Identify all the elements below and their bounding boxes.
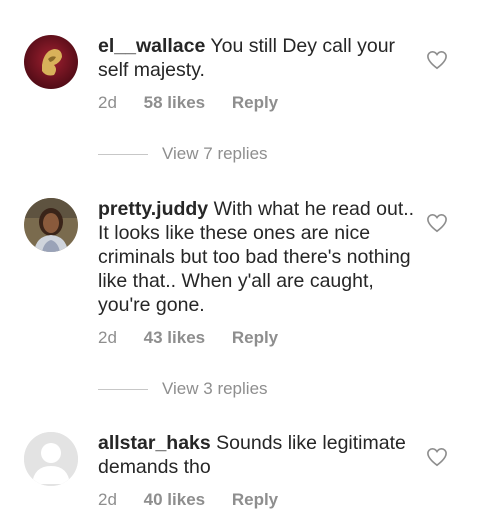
like-count[interactable]: 58 likes: [144, 93, 205, 112]
view-replies-button[interactable]: View 7 replies: [98, 144, 268, 164]
heart-icon[interactable]: [426, 213, 448, 233]
avatar[interactable]: [24, 35, 78, 89]
view-replies-button[interactable]: View 3 replies: [98, 379, 268, 399]
comment-time: 2d: [98, 93, 117, 112]
comment-time: 2d: [98, 490, 117, 509]
woman-photo-avatar-icon: [24, 198, 78, 252]
comment-body: pretty.juddy With what he read out.. It …: [98, 197, 416, 317]
like-count[interactable]: 40 likes: [144, 490, 205, 509]
comment-meta: 2d 58 likes Reply: [98, 93, 300, 113]
default-user-avatar-icon: [24, 432, 78, 486]
comment-username[interactable]: allstar_haks: [98, 432, 211, 454]
reply-button[interactable]: Reply: [232, 490, 278, 509]
heart-icon[interactable]: [426, 447, 448, 467]
view-replies-label: View 7 replies: [162, 144, 268, 163]
like-count[interactable]: 43 likes: [144, 328, 205, 347]
comment-time: 2d: [98, 328, 117, 347]
comment-body: allstar_haks Sounds like legitimate dema…: [98, 431, 416, 479]
comment-username[interactable]: pretty.juddy: [98, 198, 208, 220]
comment-meta: 2d 43 likes Reply: [98, 328, 300, 348]
replies-divider: [98, 153, 148, 155]
view-replies-label: View 3 replies: [162, 379, 268, 398]
replies-divider: [98, 388, 148, 390]
avatar[interactable]: [24, 432, 78, 486]
gold-brooch-avatar-icon: [24, 35, 78, 89]
comment-meta: 2d 40 likes Reply: [98, 490, 300, 510]
comment-username[interactable]: el__wallace: [98, 35, 205, 57]
reply-button[interactable]: Reply: [232, 93, 278, 112]
avatar[interactable]: [24, 198, 78, 252]
heart-icon[interactable]: [426, 50, 448, 70]
comment-body: el__wallace You still Dey call your self…: [98, 34, 416, 82]
reply-button[interactable]: Reply: [232, 328, 278, 347]
